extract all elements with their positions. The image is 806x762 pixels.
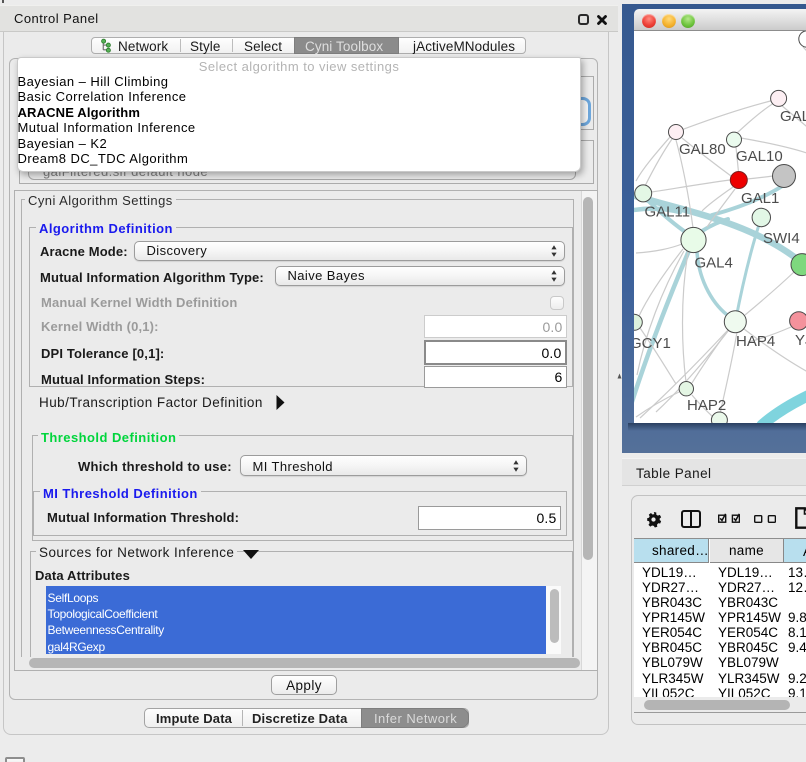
svg-text:SWI4: SWI4 (763, 230, 800, 247)
svg-text:YJ: YJ (795, 332, 806, 349)
svg-text:HAP2: HAP2 (687, 397, 726, 414)
svg-text:GAL11: GAL11 (645, 204, 691, 221)
svg-text:GCY1: GCY1 (634, 335, 671, 352)
svg-text:GAL10: GAL10 (736, 148, 783, 165)
svg-text:GAL2: GAL2 (780, 108, 806, 125)
svg-text:GAL1: GAL1 (741, 190, 779, 207)
svg-text:HAP4: HAP4 (736, 333, 775, 350)
svg-text:GAL80: GAL80 (679, 141, 726, 158)
svg-text:GAL4: GAL4 (695, 255, 733, 272)
